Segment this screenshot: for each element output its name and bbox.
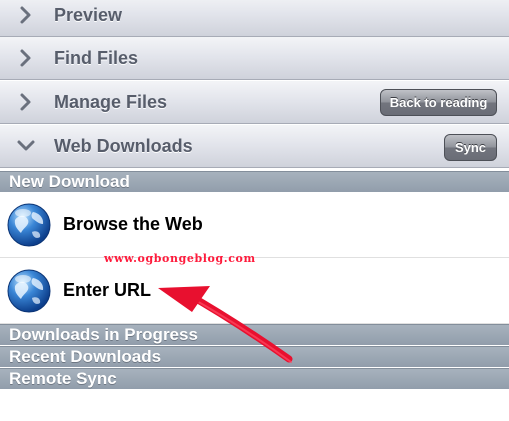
- nav-item-label: Find Files: [54, 48, 139, 68]
- watermark-text: www.ogbongeblog.com: [104, 252, 256, 265]
- chevron-right-icon: [20, 6, 31, 24]
- section-title: Downloads in Progress: [9, 325, 198, 344]
- web-downloads-screen: Preview Find Files Manage Files Back to …: [0, 0, 509, 421]
- nav-item-label: Web Downloads: [54, 136, 193, 156]
- globe-icon: [7, 269, 51, 313]
- nav-item-manage-files[interactable]: Manage Files Back to reading: [0, 81, 509, 124]
- list-item-browse-the-web[interactable]: Browse the Web: [0, 192, 509, 258]
- section-header-downloads-in-progress[interactable]: Downloads in Progress: [0, 324, 509, 345]
- chevron-right-icon: [20, 49, 31, 67]
- back-to-reading-button[interactable]: Back to reading: [380, 89, 497, 116]
- chevron-right-icon: [20, 93, 31, 111]
- section-header-new-download: New Download: [0, 171, 509, 192]
- section-title: New Download: [9, 172, 130, 191]
- section-title: Recent Downloads: [9, 347, 162, 366]
- nav-item-label: Preview: [54, 5, 123, 25]
- list-item-label: Browse the Web: [63, 214, 203, 234]
- globe-icon: [7, 203, 51, 247]
- list-item-label: Enter URL: [63, 280, 152, 300]
- section-header-remote-sync[interactable]: Remote Sync: [0, 368, 509, 389]
- section-title: Remote Sync: [9, 369, 117, 388]
- sync-button[interactable]: Sync: [444, 134, 497, 161]
- chevron-down-icon: [17, 140, 35, 151]
- list-item-enter-url[interactable]: Enter URL: [0, 258, 509, 324]
- nav-item-find-files[interactable]: Find Files: [0, 37, 509, 80]
- nav-item-web-downloads[interactable]: Web Downloads Sync: [0, 125, 509, 168]
- section-header-recent-downloads[interactable]: Recent Downloads: [0, 346, 509, 367]
- nav-item-label: Manage Files: [54, 92, 168, 112]
- nav-item-preview[interactable]: Preview: [0, 0, 509, 37]
